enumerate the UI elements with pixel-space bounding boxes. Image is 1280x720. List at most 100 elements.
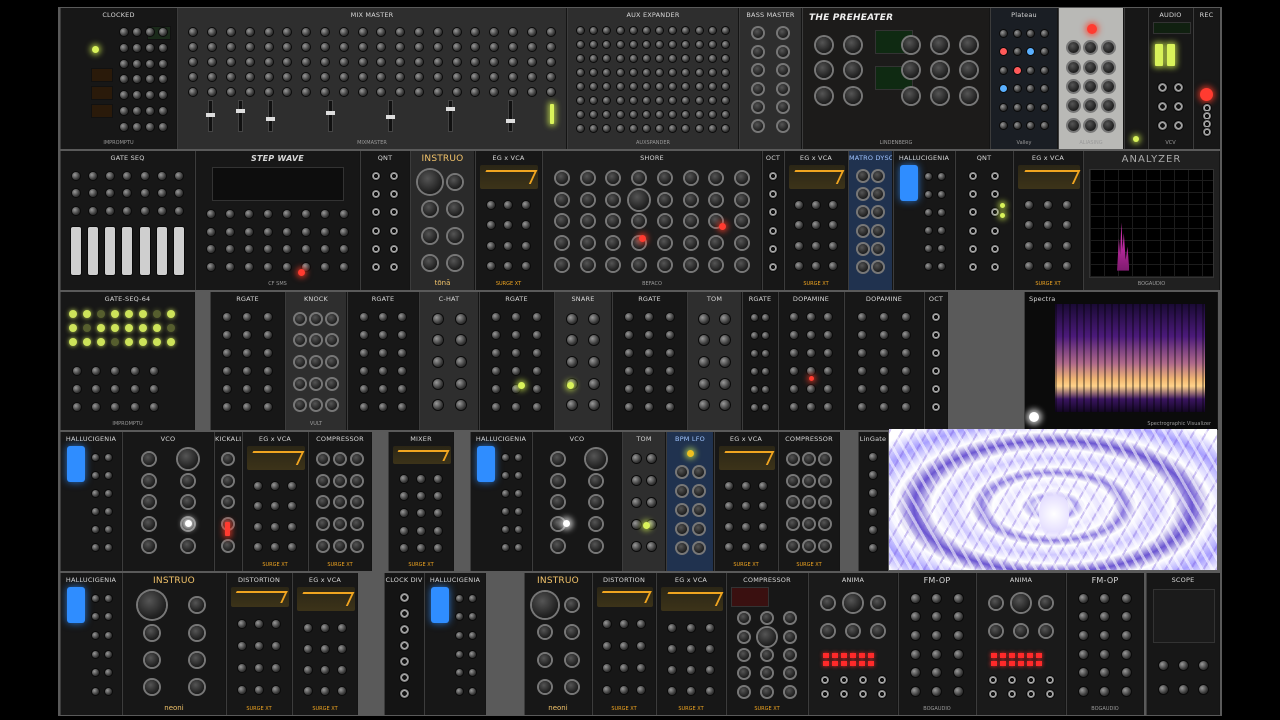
auxspander-module[interactable]: AUX EXPANDER AUXSPANDER <box>567 8 739 149</box>
gate-grid[interactable] <box>69 310 175 346</box>
knock-module[interactable]: KNOCK VULT <box>285 292 347 430</box>
vco-module-2[interactable]: VCO <box>532 432 622 571</box>
dopamine-module-2[interactable]: DOPAMINE <box>844 292 924 430</box>
tona-knobs[interactable] <box>417 169 468 276</box>
rgate-module-3[interactable]: RGATE <box>479 292 554 430</box>
anima-jacks[interactable] <box>815 673 891 701</box>
clocked-controls[interactable] <box>117 24 170 135</box>
fm-op-knobs[interactable] <box>1073 589 1137 701</box>
hallucigenia-module-5[interactable]: HALLUCIGENIA <box>424 573 486 715</box>
eg-vca-module-7[interactable]: EG x VCA SURGE XT <box>656 573 726 715</box>
anima-pads[interactable] <box>991 653 1042 666</box>
compressor-module[interactable]: COMPRESSOR SURGE XT <box>308 432 372 571</box>
plateau-module[interactable]: Plateau Valley <box>990 8 1058 149</box>
eg-vca-module-2[interactable]: EG x VCA SURGE XT <box>784 151 848 290</box>
eg-vca-knobs[interactable] <box>299 617 351 701</box>
snare-module[interactable]: SNARE <box>554 292 612 430</box>
gate-seq-controls[interactable] <box>67 362 164 416</box>
hallucigenia-module[interactable]: HALLUCIGENIA <box>893 151 955 290</box>
anima-knobs[interactable] <box>815 589 891 645</box>
lingate-controls[interactable] <box>861 448 885 557</box>
rgate-module-4[interactable]: RGATE <box>612 292 687 430</box>
rgate-controls[interactable] <box>354 308 412 416</box>
mixmaster-module[interactable]: MIX MASTER MIXMASTER <box>177 8 567 149</box>
neoni-knobs[interactable] <box>531 591 585 701</box>
rgate-controls[interactable] <box>486 308 547 416</box>
hallucigenia-controls[interactable] <box>89 448 115 557</box>
distortion-module[interactable]: DISTORTION SURGE XT <box>226 573 292 715</box>
bassmaster-module[interactable]: BASS MASTER <box>739 8 802 149</box>
c-hat-module[interactable]: C-HAT <box>419 292 479 430</box>
dopamine-controls[interactable] <box>851 308 917 416</box>
gate-seq-sliders[interactable] <box>67 225 188 276</box>
fm-op-module-2[interactable]: FM-OP BOGAUDIO <box>1066 573 1144 715</box>
aliasing-module[interactable]: ALIASING <box>1058 8 1124 149</box>
clock-div-module[interactable]: CLOCK DIV <box>384 573 424 715</box>
neoni-knobs[interactable] <box>129 591 219 701</box>
step-wave-module[interactable]: STEP WAVE CF SMS <box>195 151 360 290</box>
channel-fader[interactable] <box>266 100 275 132</box>
kickall-knobs[interactable] <box>217 448 239 557</box>
channel-fader[interactable] <box>206 100 215 132</box>
rgate-controls[interactable] <box>749 308 771 416</box>
lfo-knobs[interactable] <box>673 462 707 557</box>
eg-vca-module-6[interactable]: EG x VCA SURGE XT <box>292 573 358 715</box>
hallucigenia-module-4[interactable]: HALLUCIGENIA <box>60 573 122 715</box>
spectra-module[interactable]: Spectra Spectrographic Visualizer <box>1024 292 1218 430</box>
tom-knobs[interactable] <box>694 308 735 416</box>
audio-module[interactable]: AUDIO VCV <box>1148 8 1193 149</box>
compressor-knobs[interactable] <box>785 448 833 557</box>
blank-module[interactable] <box>1124 8 1148 149</box>
eg-vca-module[interactable]: EG x VCA SURGE XT <box>475 151 542 290</box>
step-wave-knobs[interactable] <box>202 205 353 276</box>
preheater-module[interactable]: THE PREHEATER LINDENBERG <box>802 8 990 149</box>
vco-module[interactable]: VCO <box>122 432 214 571</box>
distortion-module-2[interactable]: DISTORTION SURGE XT <box>592 573 656 715</box>
hallucigenia-controls[interactable] <box>922 167 948 276</box>
compressor-module-3[interactable]: COMPRESSOR SURGE XT <box>726 573 808 715</box>
vco-knobs[interactable] <box>539 448 615 557</box>
anima-jacks[interactable] <box>983 673 1059 701</box>
oct-module-2[interactable]: OCT <box>924 292 948 430</box>
bass-knobs[interactable] <box>746 24 795 135</box>
rec-module[interactable]: REC <box>1193 8 1220 149</box>
aux-knobs[interactable] <box>574 24 732 135</box>
eg-vca-module-3[interactable]: EG x VCA SURGE XT <box>1013 151 1083 290</box>
scope-module[interactable]: SCOPE <box>1146 573 1220 715</box>
preheater-knobs[interactable] <box>809 32 983 109</box>
hallucigenia-controls[interactable] <box>499 448 525 557</box>
compressor-knobs[interactable] <box>733 609 801 701</box>
rgate-module-5[interactable]: RGATE <box>742 292 778 430</box>
oct-jacks[interactable] <box>765 167 781 276</box>
module-rack[interactable]: CLOCKED IMPROMPTU MIX MASTER MIXMASTER A… <box>58 7 1222 716</box>
eg-vca-module-5[interactable]: EG x VCA SURGE XT <box>714 432 778 571</box>
shore-module[interactable]: SHORE BEFACO <box>542 151 762 290</box>
hallucigenia-module-2[interactable]: HALLUCIGENIA <box>60 432 122 571</box>
channel-fader[interactable] <box>386 100 395 132</box>
eg-vca-knobs[interactable] <box>791 195 841 276</box>
clocked-module[interactable]: CLOCKED IMPROMPTU <box>60 8 177 149</box>
tona-module[interactable]: INSTRUO tōnā <box>410 151 475 290</box>
mixer-knobs[interactable] <box>395 470 447 557</box>
rgate-controls[interactable] <box>217 308 278 416</box>
qnt-jacks[interactable] <box>367 167 403 276</box>
kickall-module[interactable]: KICKALL <box>214 432 242 571</box>
qnt-jacks[interactable] <box>962 167 1006 276</box>
mixer-module[interactable]: MIXER SURGE XT <box>388 432 454 571</box>
oct-jacks[interactable] <box>927 308 945 416</box>
audio-jacks[interactable] <box>1155 78 1186 135</box>
record-button[interactable] <box>1200 88 1213 101</box>
dopamine-controls[interactable] <box>785 308 837 416</box>
channel-fader[interactable] <box>506 100 515 132</box>
shore-knobs[interactable] <box>549 167 755 276</box>
hallucigenia-controls[interactable] <box>453 589 479 701</box>
aliasing-knobs[interactable] <box>1065 38 1117 135</box>
rgate-module-2[interactable]: RGATE <box>347 292 419 430</box>
channel-fader[interactable] <box>446 100 455 132</box>
tom-module-2[interactable]: TOM <box>622 432 666 571</box>
gate-seq-module[interactable]: GATE SEQ <box>60 151 195 290</box>
compressor-module-2[interactable]: COMPRESSOR SURGE XT <box>778 432 840 571</box>
qnt-module[interactable]: QNT <box>360 151 410 290</box>
anima-module[interactable]: ANIMA <box>808 573 898 715</box>
eg-vca-knobs[interactable] <box>663 617 719 701</box>
